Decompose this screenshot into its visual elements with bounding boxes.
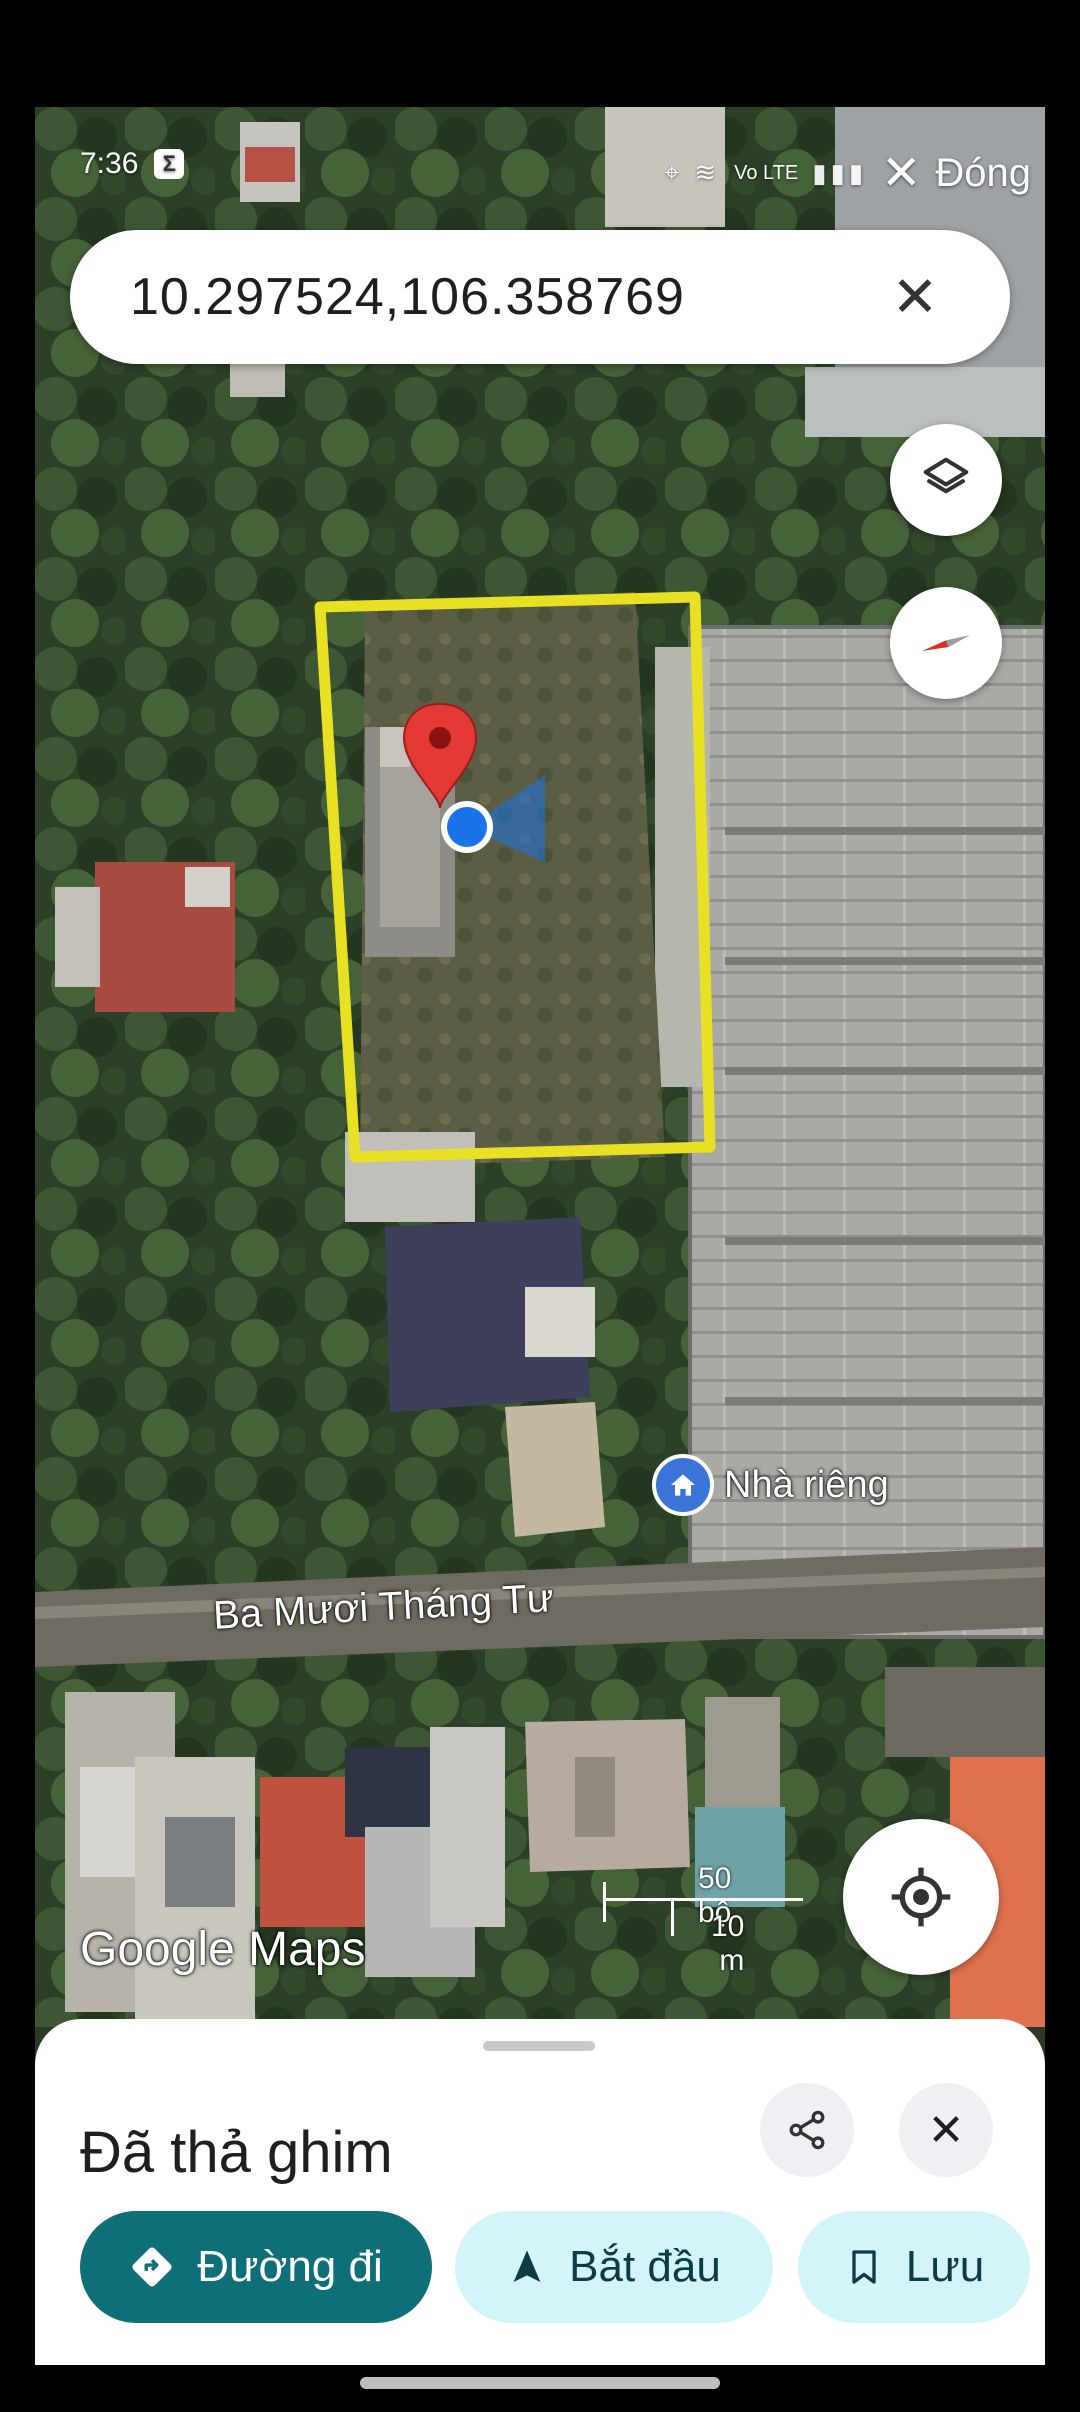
close-overlay-label[interactable]: Đóng <box>935 151 1031 196</box>
start-button[interactable]: Bắt đầu <box>455 2211 773 2323</box>
network-type: Vo LTE <box>734 162 799 184</box>
signal-wifi-icon: ⌖ ≋ <box>664 157 721 187</box>
compass-icon <box>922 635 970 651</box>
map-imagery <box>35 107 1045 2027</box>
save-label: Lưu <box>905 2242 985 2291</box>
scale-secondary: 10 m <box>711 1910 745 1977</box>
save-button[interactable]: Lưu <box>798 2211 1030 2323</box>
share-button[interactable] <box>760 2083 854 2177</box>
my-location-button[interactable] <box>843 1819 999 1975</box>
directions-button[interactable]: Đường đi <box>80 2211 432 2323</box>
start-label: Bắt đầu <box>569 2242 721 2291</box>
search-query[interactable]: 10.297524,106.358769 <box>130 267 880 327</box>
search-bar[interactable]: 10.297524,106.358769 ✕ <box>70 230 1010 364</box>
directions-icon <box>132 2247 172 2287</box>
layers-icon <box>923 457 969 494</box>
share-icon <box>789 2110 825 2150</box>
clock: 7:36 <box>80 147 139 180</box>
close-sheet-button[interactable]: ✕ <box>899 2083 993 2177</box>
satellite-map[interactable] <box>35 107 1045 2027</box>
poi-home[interactable]: Nhà riêng <box>652 1454 889 1516</box>
status-bar-left: 7:36 Σ <box>80 147 185 181</box>
sim-icon: Σ <box>154 149 185 179</box>
layers-button[interactable] <box>890 424 1002 536</box>
directions-label: Đường đi <box>197 2242 383 2291</box>
bookmark-icon <box>852 2250 876 2284</box>
sheet-title: Đã thả ghim <box>80 2120 393 2185</box>
status-bar-right: ⌖ ≋ Vo LTE ▮▮▮ ✕ Đóng <box>664 145 1031 201</box>
close-icon: ✕ <box>927 2105 965 2155</box>
home-icon <box>652 1454 714 1516</box>
clear-search-icon[interactable]: ✕ <box>880 264 950 330</box>
poi-label: Nhà riêng <box>724 1463 889 1506</box>
navigation-arrow-icon <box>513 2250 541 2282</box>
place-sheet[interactable]: Đã thả ghim ✕ Đường đi Bắt đầu Lưu <box>35 2019 1045 2365</box>
signal-bars-icon: ▮▮▮ <box>812 157 868 188</box>
app-screen: 7:36 Σ ⌖ ≋ Vo LTE ▮▮▮ ✕ Đóng 10.297524,1… <box>35 107 1045 2365</box>
drag-handle[interactable] <box>483 2041 595 2051</box>
close-overlay-icon[interactable]: ✕ <box>881 145 921 201</box>
compass-button[interactable] <box>890 587 1002 699</box>
my-location-icon <box>891 1867 951 1927</box>
gesture-bar[interactable] <box>360 2377 720 2389</box>
google-maps-logo: Google Maps <box>80 1923 366 1976</box>
